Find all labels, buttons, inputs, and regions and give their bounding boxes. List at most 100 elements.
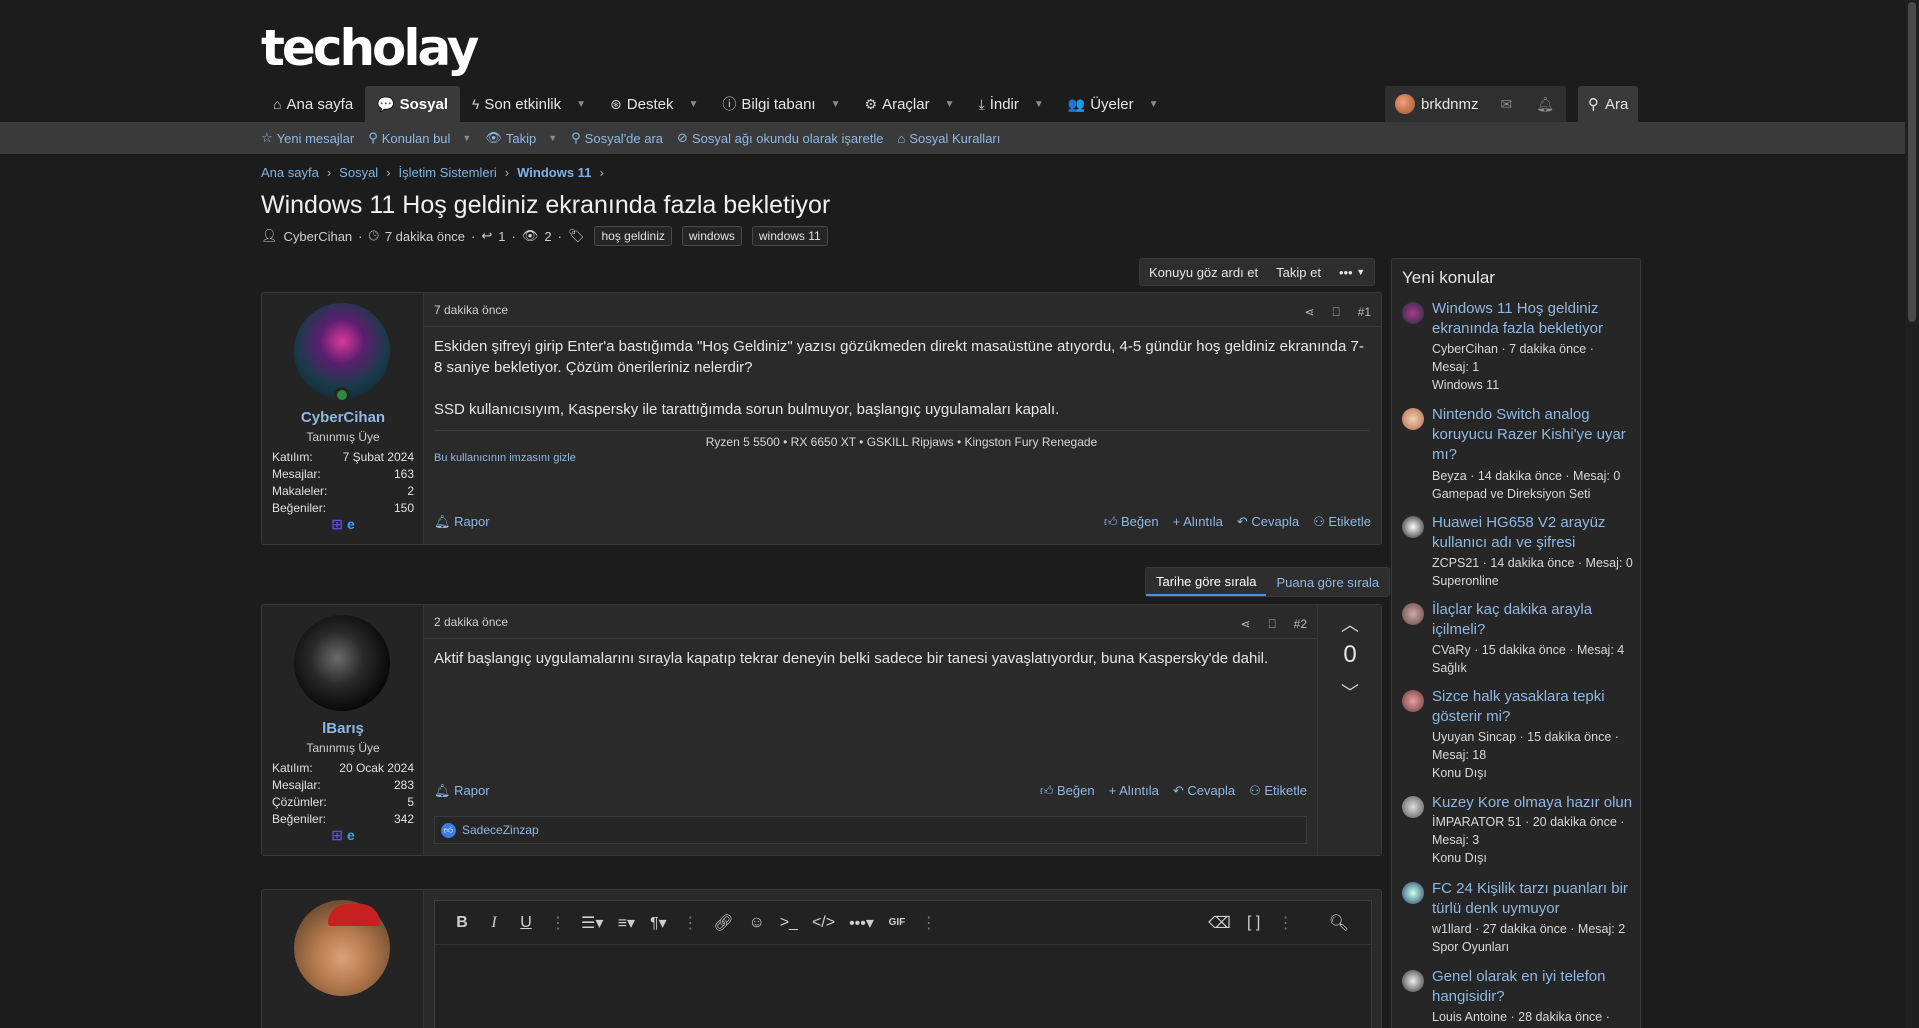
avatar[interactable] [294,615,390,711]
ignore-thread-button[interactable]: Konuyu göz ardı et [1140,259,1267,285]
code-inline-icon[interactable]: >_ [780,914,798,932]
thread-link[interactable]: Kuzey Kore olmaya hazır olun [1432,793,1637,813]
thread-actions: Konuyu göz ardı et Takip et ••• ▼ [1139,258,1376,286]
subnav-search-forum[interactable]: ⚲ Sosyal'de ara [571,130,663,146]
report-button[interactable]: 🔔︎ Rapor [434,514,490,530]
thread-link[interactable]: Nintendo Switch analog koruyucu Razer Ki… [1432,405,1637,465]
nav-tab-recent[interactable]: ϟ Son etkinlik ▼ [460,86,598,122]
chevron-down-icon[interactable]: ▼ [1149,99,1159,110]
chevron-down-icon[interactable]: ▼ [1034,99,1044,110]
subnav-find-threads[interactable]: ⚲ Konulan bul ▼ [368,130,471,146]
share-icon[interactable]: ⋖ [1304,305,1314,319]
nav-tab-knowledge[interactable]: ⓘ Bilgi tabanı ▼ [710,86,852,122]
thread-author[interactable]: CyberCihan [284,229,353,244]
editor-input[interactable]: B I U ⋮ ☰▾ ≡▾ ¶▾ ⋮ 🔗︎ ☺ >_ </> •••▾ GIF … [434,900,1372,1028]
tab-sort-date[interactable]: Tarihe göre sırala [1146,568,1267,596]
code-icon[interactable]: </> [812,914,835,932]
breadcrumb-item[interactable]: Windows 11 [517,165,591,180]
bookmark-icon[interactable]: ⎕ [1268,617,1275,632]
reply-button[interactable]: ↶ Cevapla [1237,514,1299,530]
preview-icon[interactable]: 🔍︎ [1329,913,1349,933]
post-time[interactable]: 7 dakika önce [434,303,508,321]
chevron-down-icon[interactable]: ▼ [576,99,586,110]
site-logo[interactable]: techolay [261,20,479,76]
subnav-new-posts[interactable]: ☆ Yeni mesajlar [261,130,354,146]
tag-user-button[interactable]: ⚇ Etiketle [1249,783,1307,799]
username[interactable]: lBarış [262,720,424,737]
thread-link[interactable]: Windows 11 Hoş geldiniz ekranında fazla … [1432,299,1637,339]
like-button[interactable]: 👍︎ Beğen [1040,783,1095,799]
scrollbar-thumb[interactable] [1908,2,1916,322]
tag-link[interactable]: windows [681,226,742,246]
nav-tab-support[interactable]: ⊛ Destek ▼ [598,86,710,122]
more-icon[interactable]: ⋮ [1277,913,1295,933]
eye-icon: 👁︎ [521,228,539,243]
align-button[interactable]: ≡▾ [617,913,635,933]
subnav-mark-read[interactable]: ⊘ Sosyal ağı okundu olarak işaretle [677,130,883,146]
tab-sort-score[interactable]: Puana göre sırala [1266,568,1389,596]
gif-button[interactable]: GIF [888,917,906,928]
breadcrumb-item[interactable]: İşletim Sistemleri [399,165,497,180]
bbcode-toggle-icon[interactable]: [ ] [1245,914,1263,932]
thread-link[interactable]: Huawei HG658 V2 arayüz kullanıcı adı ve … [1432,513,1637,553]
breadcrumb-item[interactable]: Ana sayfa [261,165,319,180]
thread-link[interactable]: Genel olarak en iyi telefon hangisidir? [1432,967,1637,1007]
post-number[interactable]: #1 [1358,305,1371,319]
post-time[interactable]: 2 dakika önce [434,615,508,633]
underline-button[interactable]: U [517,914,535,932]
username[interactable]: CyberCihan [262,409,424,426]
follow-thread-button[interactable]: Takip et [1267,259,1330,285]
tag-link[interactable]: hoş geldiniz [594,226,672,246]
chevron-down-icon[interactable]: ▼ [462,133,471,143]
subnav-watched[interactable]: 👁︎ Takip ▼ [485,130,557,146]
post-number[interactable]: #2 [1294,617,1307,631]
like-button[interactable]: 👍︎ Beğen [1104,514,1159,530]
emoji-icon[interactable]: ☺ [748,914,766,932]
chevron-down-icon[interactable]: ▼ [688,99,698,110]
bell-icon[interactable]: 🔔︎ [1524,86,1566,122]
account-link[interactable]: brkdnmz [1385,86,1489,122]
upvote-icon[interactable]: ︿ [1318,611,1382,637]
eraser-icon[interactable]: ⌫ [1208,913,1231,933]
tag-link[interactable]: windows 11 [751,226,828,246]
nav-tab-home[interactable]: ⌂ Ana sayfa [261,86,365,122]
nav-tab-social[interactable]: 💬 Sosyal [365,86,460,122]
more-options-button[interactable]: ••• ▼ [1330,259,1374,285]
nav-tab-tools[interactable]: ⚙ Araçlar ▼ [853,86,967,122]
scrollbar[interactable] [1905,0,1919,1028]
reactions-bar[interactable]: 👍︎ SadeceZinzap [434,816,1307,844]
share-icon[interactable]: ⋖ [1240,617,1250,631]
thread-link[interactable]: FC 24 Kişilik tarzı puanları bir türlü d… [1432,879,1637,919]
thread-link[interactable]: İlaçlar kaç dakika arayla içilmeli? [1432,600,1637,640]
quote-button[interactable]: + Alıntıla [1109,783,1159,799]
breadcrumb-item[interactable]: Sosyal [339,165,378,180]
reply-button[interactable]: ↶ Cevapla [1173,783,1235,799]
quote-button[interactable]: + Alıntıla [1173,514,1223,530]
tag-user-button[interactable]: ⚇ Etiketle [1313,514,1371,530]
inbox-icon[interactable]: ✉ [1489,86,1525,122]
bookmark-icon[interactable]: ⎕ [1332,305,1339,320]
thread-link[interactable]: Sizce halk yasaklara tepki gösterir mi? [1432,687,1637,727]
thread-meta: 👤︎ CyberCihan · 🕒︎ 7 dakika önce · ↩ 1 ·… [261,226,828,246]
hide-signature-link[interactable]: Bu kullanıcının imzasını gizle [434,452,576,464]
more-icon[interactable]: ⋮ [681,913,699,933]
italic-button[interactable]: I [485,914,503,932]
paragraph-button[interactable]: ¶▾ [649,913,667,933]
nav-tab-members[interactable]: 👥 Üyeler ▼ [1056,86,1171,122]
link-icon[interactable]: 🔗︎ [713,913,733,933]
insert-more-button[interactable]: •••▾ [849,913,874,933]
search-button[interactable]: ⚲ Ara [1578,86,1639,122]
subnav-rules[interactable]: ⌂ Sosyal Kuralları [897,131,1000,146]
reaction-user[interactable]: SadeceZinzap [462,823,539,837]
more-icon[interactable]: ⋮ [920,913,938,933]
nav-tab-download[interactable]: ⤓ İndir ▼ [966,86,1055,122]
list-button[interactable]: ☰▾ [581,913,603,933]
downvote-icon[interactable]: ﹀ [1318,679,1382,705]
report-button[interactable]: 🔔︎ Rapor [434,783,490,799]
avatar[interactable] [294,303,390,399]
chevron-down-icon[interactable]: ▼ [831,99,841,110]
chevron-down-icon[interactable]: ▼ [945,99,955,110]
more-icon[interactable]: ⋮ [549,913,567,933]
chevron-down-icon[interactable]: ▼ [548,133,557,143]
bold-button[interactable]: B [453,914,471,932]
